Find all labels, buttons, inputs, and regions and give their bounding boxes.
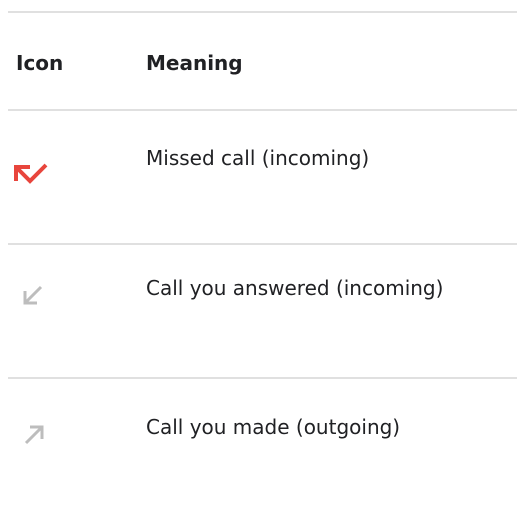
call-received-icon (18, 279, 58, 311)
row-divider (8, 243, 517, 245)
row-divider (8, 377, 517, 379)
missed-call-icon (13, 158, 53, 190)
row-meaning-made-call: Call you made (outgoing) (146, 415, 401, 439)
call-made-icon (18, 418, 58, 450)
row-meaning-missed-call: Missed call (incoming) (146, 146, 370, 170)
row-meaning-answered-call: Call you answered (incoming) (146, 276, 444, 300)
table-top-border (8, 11, 517, 13)
column-header-meaning: Meaning (146, 51, 243, 75)
call-icons-table: Icon Meaning Missed call (incoming) Call… (0, 0, 517, 513)
column-header-icon: Icon (16, 51, 64, 75)
header-divider (8, 109, 517, 111)
